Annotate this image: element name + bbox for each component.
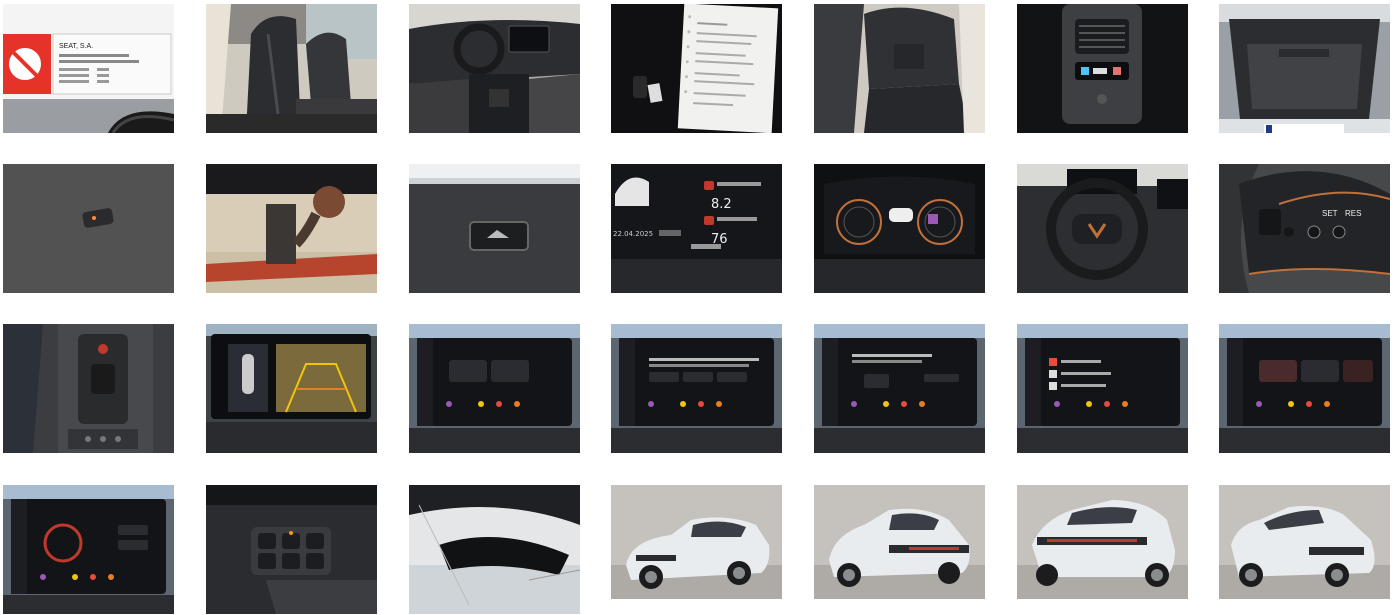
manual-keys-image <box>611 4 782 133</box>
infotainment-menu-4-image <box>1017 324 1188 453</box>
steering-buttons-image: SET RES <box>1219 164 1390 293</box>
photo-trunk-button[interactable] <box>409 164 580 293</box>
set-button-label: SET <box>1322 209 1338 218</box>
photo-headlight-switch[interactable] <box>206 485 377 614</box>
digital-cockpit-image <box>814 164 985 293</box>
trunk-image <box>1219 4 1390 133</box>
exterior-rear-right-image <box>1017 485 1188 614</box>
steering-wheel-image <box>1017 164 1188 293</box>
photo-exterior-rear-right[interactable] <box>1017 485 1188 614</box>
exterior-rear-left-image <box>814 485 985 614</box>
photo-steering-wheel[interactable] <box>1017 164 1188 293</box>
dashboard-image <box>409 4 580 133</box>
photo-exterior-front-left[interactable] <box>611 485 782 614</box>
photo-infotainment-menu-4[interactable] <box>1017 324 1188 453</box>
photo-digital-cockpit[interactable] <box>814 164 985 293</box>
infotainment-menu-5-image <box>1219 324 1390 453</box>
photo-vin-plate[interactable]: SEAT, S.A. <box>3 4 174 133</box>
rear-seats-image <box>814 4 985 133</box>
photo-parking-camera[interactable] <box>206 324 377 453</box>
photo-rear-vents[interactable] <box>1017 4 1188 133</box>
photo-trunk[interactable] <box>1219 4 1390 133</box>
infotainment-menu-2-image <box>611 324 782 453</box>
photo-infotainment-menu-1[interactable] <box>409 324 580 453</box>
consumption-readout: 8.2 <box>711 197 732 212</box>
photo-infotainment-menu-3[interactable] <box>814 324 985 453</box>
infotainment-menu-3-image <box>814 324 985 453</box>
rear-vents-image <box>1017 4 1188 133</box>
res-button-label: RES <box>1345 209 1361 218</box>
vin-plate-image: SEAT, S.A. <box>3 4 174 133</box>
infotainment-menu-1-image <box>409 324 580 453</box>
photo-tow-hitch[interactable] <box>206 164 377 293</box>
photo-infotainment-menu-5[interactable] <box>1219 324 1390 453</box>
photo-steering-buttons[interactable]: SET RES <box>1219 164 1390 293</box>
photo-infotainment-menu-2[interactable] <box>611 324 782 453</box>
photo-dashboard[interactable] <box>409 4 580 133</box>
gear-selector-image <box>3 324 174 453</box>
parking-camera-image <box>206 324 377 453</box>
exterior-front-left-image <box>611 485 782 614</box>
photo-gear-selector[interactable] <box>3 324 174 453</box>
photo-trunk-socket[interactable] <box>3 164 174 293</box>
exterior-front-right-image <box>1219 485 1390 614</box>
photo-ambient-light[interactable] <box>3 485 174 614</box>
trunk-button-image <box>409 164 580 293</box>
instrument-cluster-closeup-image: 8.2 76 22.04.2025 <box>611 164 782 293</box>
photo-manual-keys[interactable] <box>611 4 782 133</box>
photo-exterior-front-right[interactable] <box>1219 485 1390 614</box>
ambient-light-image <box>3 485 174 614</box>
photo-gallery: SEAT, S.A. 8.2 76 22.04.2025 SET RES <box>0 0 1399 615</box>
tow-hitch-image <box>206 164 377 293</box>
vin-maker-text: SEAT, S.A. <box>59 43 93 50</box>
photo-rearview-mirror[interactable] <box>409 485 580 614</box>
photo-front-seats[interactable] <box>206 4 377 133</box>
photo-rear-seats[interactable] <box>814 4 985 133</box>
photo-exterior-rear-left[interactable] <box>814 485 985 614</box>
cluster-date: 22.04.2025 <box>613 230 653 238</box>
front-seats-image <box>206 4 377 133</box>
headlight-switch-image <box>206 485 377 614</box>
photo-instrument-cluster-closeup[interactable]: 8.2 76 22.04.2025 <box>611 164 782 293</box>
trunk-socket-image <box>3 164 174 293</box>
rearview-mirror-image <box>409 485 580 614</box>
